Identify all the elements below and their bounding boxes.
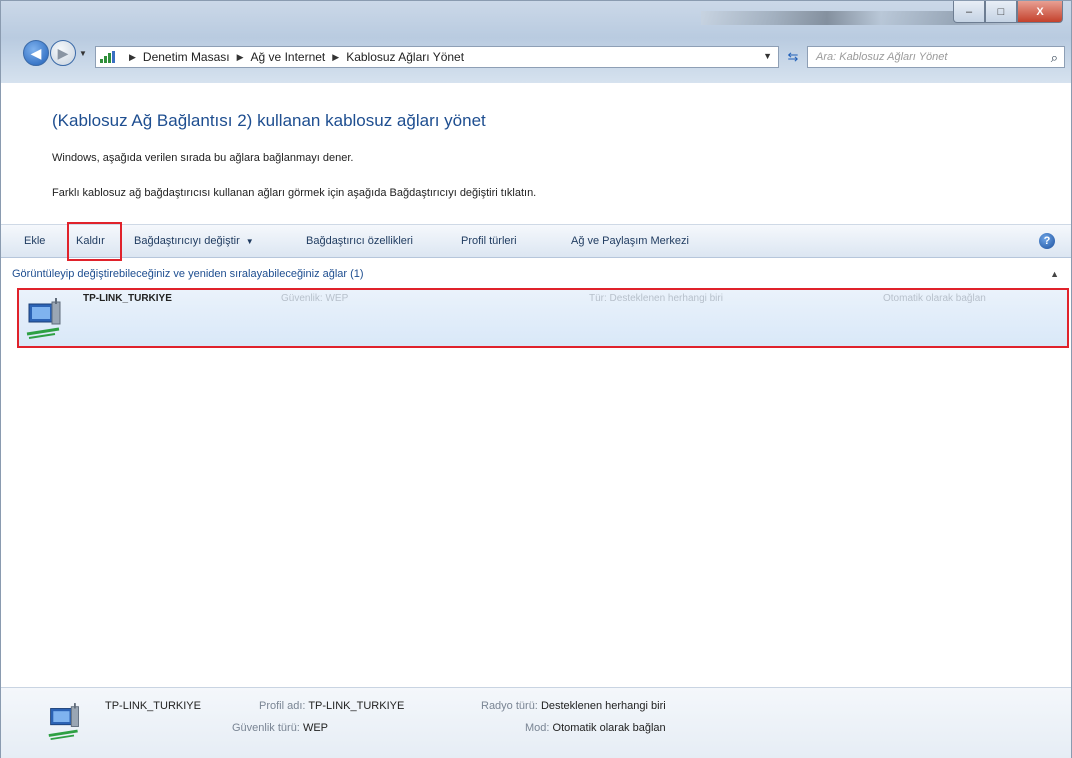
- maximize-button[interactable]: □: [985, 1, 1017, 23]
- back-button[interactable]: ◀: [23, 40, 49, 66]
- page-title: (Kablosuz Ağ Bağlantısı 2) kullanan kabl…: [52, 111, 486, 130]
- title-bar: – □ X ◀ ▶ ▼ ▶ Denetim Masası ▶ Ağ ve Int…: [1, 1, 1071, 83]
- network-name: TP-LINK_TURKIYE: [83, 293, 172, 304]
- chevron-down-icon: ▼: [245, 237, 254, 246]
- change-adapter-label: Bağdaştırıcıyı değiştir: [134, 235, 240, 247]
- details-network-name: TP-LINK_TURKIYE: [105, 700, 201, 712]
- address-dropdown-icon[interactable]: ▼: [763, 51, 772, 61]
- adapter-properties-button[interactable]: Bağdaştırıcı özellikleri: [306, 235, 413, 247]
- profile-types-button[interactable]: Profil türleri: [461, 235, 517, 247]
- network-type: Tür: Desteklenen herhangi biri: [589, 293, 723, 304]
- wireless-network-icon: [48, 703, 79, 740]
- breadcrumb-item[interactable]: Ağ ve Internet: [251, 50, 326, 64]
- security-label: Güvenlik türü:: [232, 722, 300, 734]
- network-security: Güvenlik: WEP: [281, 293, 349, 304]
- breadcrumb-item[interactable]: Denetim Masası: [143, 50, 230, 64]
- breadcrumb: ▶ Denetim Masası ▶ Ağ ve Internet ▶ Kabl…: [122, 50, 464, 64]
- profile-value: TP-LINK_TURKIYE: [308, 700, 405, 712]
- security-value: WEP: [302, 722, 328, 734]
- control-panel-icon: [100, 51, 116, 63]
- details-radio-type: Radyo türü: Desteklenen herhangi biri: [481, 700, 666, 712]
- search-icon[interactable]: ⌕: [1051, 50, 1058, 66]
- recent-pages-dropdown-icon[interactable]: ▼: [79, 49, 87, 58]
- breadcrumb-arrow-icon[interactable]: ▶: [129, 52, 136, 63]
- network-list-item[interactable]: TP-LINK_TURKIYE Güvenlik: WEP Tür: Deste…: [17, 288, 1069, 348]
- network-mode: Otomatik olarak bağlan: [883, 293, 986, 304]
- change-adapter-button[interactable]: Bağdaştırıcıyı değiştir ▼: [134, 235, 254, 247]
- radio-value: Desteklenen herhangi biri: [540, 700, 666, 712]
- details-pane: TP-LINK_TURKIYE Profil adı: TP-LINK_TURK…: [1, 687, 1071, 758]
- profile-label: Profil adı:: [259, 700, 306, 712]
- add-button[interactable]: Ekle: [24, 235, 45, 247]
- command-toolbar: Ekle Kaldır Bağdaştırıcıyı değiştir ▼ Bağ…: [1, 224, 1071, 258]
- radio-label: Radyo türü:: [481, 700, 538, 712]
- breadcrumb-arrow-icon[interactable]: ▶: [332, 52, 339, 63]
- minimize-button[interactable]: –: [953, 1, 985, 23]
- address-bar[interactable]: ▶ Denetim Masası ▶ Ağ ve Internet ▶ Kabl…: [95, 46, 779, 68]
- instruction-text: Farklı kablosuz ağ bağdaştırıcısı kullan…: [52, 187, 537, 199]
- description-text: Windows, aşağıda verilen sırada bu ağlar…: [52, 152, 354, 164]
- search-input[interactable]: Ara: Kablosuz Ağları Yönet ⌕: [807, 46, 1065, 68]
- close-button[interactable]: X: [1017, 1, 1063, 23]
- details-security-type: Güvenlik türü: WEP: [232, 722, 328, 734]
- group-header: Görüntüleyip değiştirebileceğiniz ve yen…: [12, 268, 364, 280]
- refresh-icon[interactable]: ⇆: [783, 46, 803, 68]
- details-mode: Mod: Otomatik olarak bağlan: [525, 722, 666, 734]
- remove-button-highlight: [67, 222, 122, 261]
- collapse-group-icon[interactable]: ▲: [1050, 269, 1059, 279]
- breadcrumb-item[interactable]: Kablosuz Ağları Yönet: [346, 50, 464, 64]
- window-controls: – □ X: [953, 1, 1063, 23]
- network-sharing-center-button[interactable]: Ağ ve Paylaşım Merkezi: [571, 235, 689, 247]
- mode-label: Mod:: [525, 722, 550, 734]
- details-profile-name: Profil adı: TP-LINK_TURKIYE: [259, 700, 404, 712]
- breadcrumb-arrow-icon[interactable]: ▶: [237, 52, 244, 63]
- help-icon[interactable]: ?: [1039, 233, 1055, 249]
- wireless-network-icon: [26, 298, 61, 339]
- mode-value: Otomatik olarak bağlan: [552, 722, 666, 734]
- window: – □ X ◀ ▶ ▼ ▶ Denetim Masası ▶ Ağ ve Int…: [0, 0, 1072, 758]
- navigation-buttons: ◀ ▶ ▼: [23, 40, 87, 66]
- search-placeholder: Ara: Kablosuz Ağları Yönet: [816, 51, 948, 63]
- forward-button[interactable]: ▶: [50, 40, 76, 66]
